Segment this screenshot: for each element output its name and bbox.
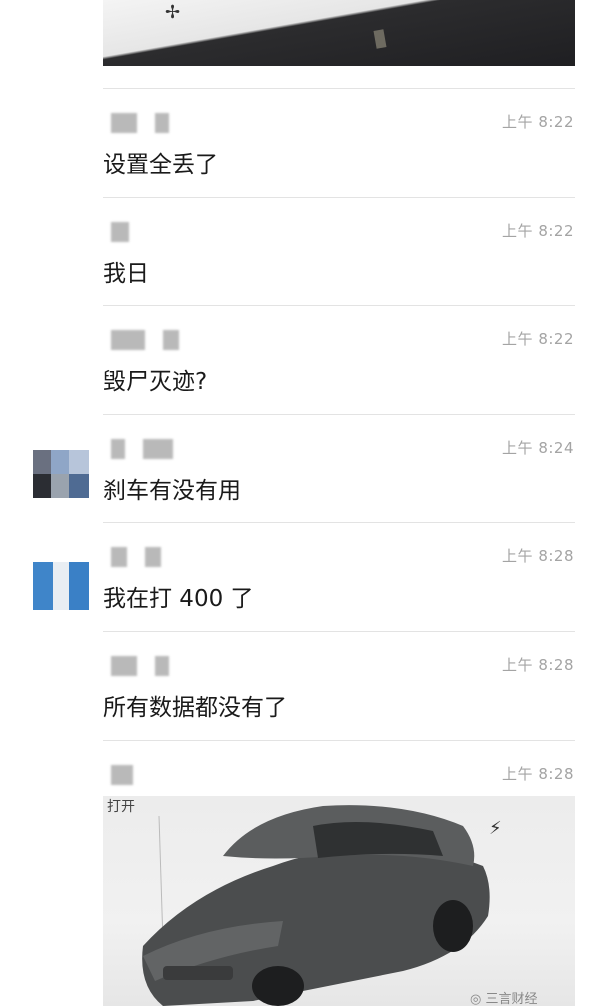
charging-icon: ⚡ [489, 818, 502, 839]
message-text: 我日 [103, 261, 149, 287]
message-time: 上午 8:24 [502, 439, 574, 457]
chat-message[interactable]: 上午 8:28 我在打 400 了 [103, 522, 575, 631]
message-text: 刹车有没有用 [103, 478, 241, 504]
message-text: 毁尸灭迹? [103, 369, 208, 395]
message-time: 上午 8:28 [502, 765, 574, 783]
sender-name-blurred [111, 656, 169, 678]
shared-photo-car[interactable]: 打开 ⚡ [103, 796, 575, 1006]
chat-message[interactable]: 上午 8:24 刹车有没有用 [103, 414, 575, 523]
message-time: 上午 8:28 [502, 547, 574, 565]
message-time: 上午 8:28 [502, 656, 574, 674]
message-time: 上午 8:22 [502, 113, 574, 131]
chat-message[interactable]: 上午 8:22 设置全丢了 [103, 88, 575, 197]
chat-message[interactable]: 上午 8:22 我日 [103, 197, 575, 306]
photo-detail [373, 29, 387, 49]
message-text: 我在打 400 了 [103, 586, 254, 612]
avatar-blurred[interactable] [33, 450, 89, 498]
fan-icon: ✢ [165, 2, 181, 23]
sender-name-blurred [111, 547, 161, 569]
sender-name-blurred [111, 330, 179, 352]
chat-message[interactable]: 上午 8:28 所有数据都没有了 [103, 631, 575, 740]
message-time: 上午 8:22 [502, 330, 574, 348]
sender-name-blurred [111, 439, 173, 461]
chat-message[interactable]: 上午 8:22 毁尸灭迹? [103, 305, 575, 414]
sender-name-blurred [111, 765, 133, 787]
sender-name-blurred [111, 113, 169, 135]
chat-message[interactable]: 上午 8:28 [103, 740, 575, 797]
avatar-blurred[interactable] [33, 562, 89, 610]
sender-name-blurred [111, 222, 129, 244]
photo-caption: 打开 [107, 799, 135, 815]
car-illustration [142, 805, 490, 1006]
watermark: ◎ 三言财经 [470, 988, 538, 1007]
wechat-icon: ◎ [470, 992, 482, 1007]
message-text: 设置全丢了 [103, 152, 218, 178]
shared-photo-top[interactable]: ✢ [103, 0, 575, 66]
message-text: 所有数据都没有了 [103, 695, 287, 721]
message-time: 上午 8:22 [502, 222, 574, 240]
watermark-text: 三言财经 [485, 992, 538, 1007]
